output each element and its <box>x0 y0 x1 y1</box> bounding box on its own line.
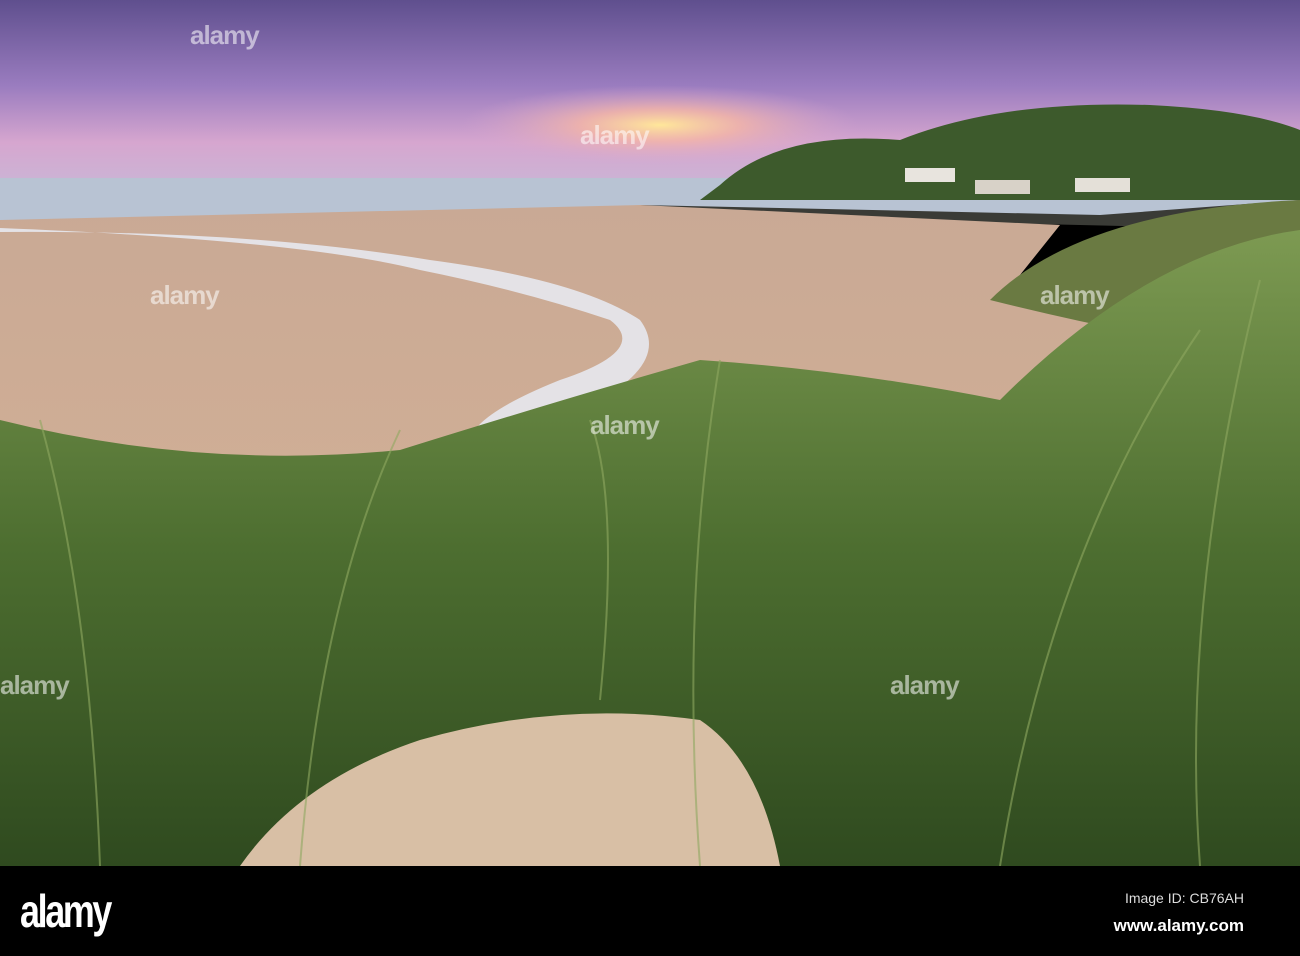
watermark: alamy <box>150 280 220 310</box>
image-id: Image ID: CB76AH <box>1124 890 1244 906</box>
site-url: www.alamy.com <box>1113 916 1244 935</box>
watermark: alamy <box>590 410 660 440</box>
footer-bar: alamy Image ID: CB76AH www.alamy.com <box>0 866 1300 956</box>
alamy-logo: alamy <box>20 885 112 937</box>
watermark: alamy <box>0 670 70 700</box>
watermark: alamy <box>890 670 960 700</box>
watermark: alamy <box>1040 280 1110 310</box>
watermark: alamy <box>190 20 260 50</box>
stock-photo-page: alamy alamy alamy alamy alamy alamy alam… <box>0 0 1300 956</box>
watermark: alamy <box>580 120 650 150</box>
